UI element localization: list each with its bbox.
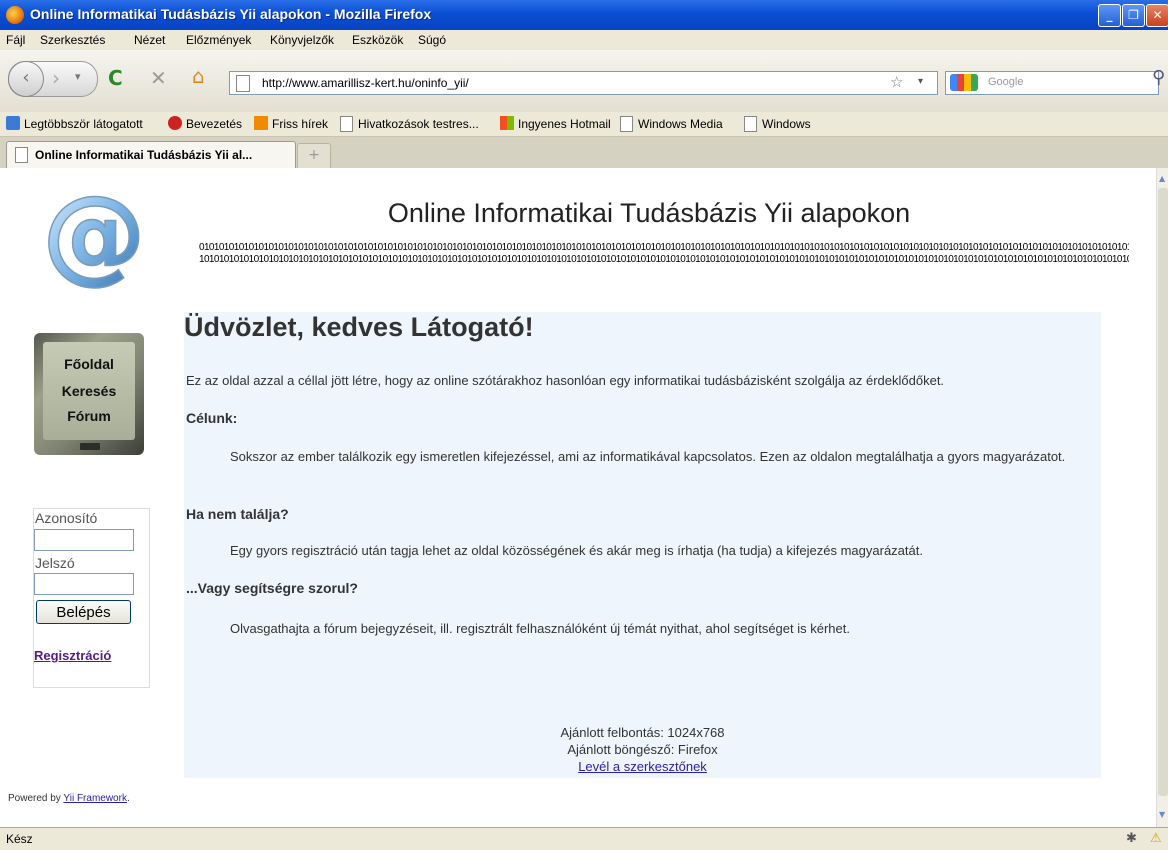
new-tab-button[interactable]: + xyxy=(297,143,331,168)
at-sign-logo: @ xyxy=(41,184,147,292)
page-icon xyxy=(744,116,757,132)
bookmark-intro[interactable]: Bevezetés xyxy=(186,117,242,131)
warning-icon[interactable]: ⚠ xyxy=(1150,830,1162,846)
page-icon xyxy=(15,147,28,163)
back-button[interactable]: ‹ xyxy=(8,61,44,97)
page-heading: Üdvözlet, kedves Látogató! xyxy=(184,312,534,342)
menu-view[interactable]: Nézet xyxy=(134,33,165,47)
section-title: ...Vagy segítségre szorul? xyxy=(186,580,358,596)
contact-row: Levél a szerkesztőnek xyxy=(184,759,1101,774)
section-title: Célunk: xyxy=(186,410,238,426)
search-input[interactable]: Google xyxy=(988,76,1023,88)
svg-text:@: @ xyxy=(42,184,146,292)
page-icon xyxy=(620,116,633,132)
bookmark-news[interactable]: Friss hírek xyxy=(272,117,328,131)
address-input[interactable]: http://www.amarillisz-kert.hu/oninfo_yii… xyxy=(262,76,469,90)
reload-icon[interactable]: C xyxy=(108,66,123,90)
page-viewport: @ Online Informatikai Tudásbázis Yii ala… xyxy=(0,168,1156,827)
bookmark-windows-media[interactable]: Windows Media xyxy=(638,117,723,131)
forward-button[interactable]: › xyxy=(52,66,60,90)
binary-decoration: 1010101010101010101010101010101010101010… xyxy=(199,254,1129,265)
username-label: Azonosító xyxy=(35,510,98,526)
binary-decoration: 0101010101010101010101010101010101010101… xyxy=(199,242,1129,253)
intro-text: Ez az oldal azzal a céllal jött létre, h… xyxy=(186,373,945,388)
bookmark-hotmail[interactable]: Ingyenes Hotmail xyxy=(518,117,611,131)
search-box[interactable]: Google xyxy=(945,71,1159,95)
yii-framework-link[interactable]: Yii Framework xyxy=(63,793,127,804)
vertical-scrollbar[interactable]: ▲ ▼ xyxy=(1156,168,1168,827)
menu-bar: Fájl Szerkesztés Nézet Előzmények Könyvj… xyxy=(0,30,1168,50)
sidebar-item-search[interactable]: Keresés xyxy=(34,383,144,399)
rss-icon xyxy=(254,116,268,130)
tab-active[interactable]: Online Informatikai Tudásbázis Yii al... xyxy=(6,141,296,169)
back-forward-group: ‹ › ▾ xyxy=(8,61,98,97)
menu-tools[interactable]: Eszközök xyxy=(352,33,403,47)
stop-icon[interactable]: ✕ xyxy=(150,66,167,90)
powered-by: Powered by Yii Framework. xyxy=(8,793,130,804)
most-visited-icon xyxy=(6,116,20,130)
bookmark-windows[interactable]: Windows xyxy=(762,117,811,131)
sidebar-item-forum[interactable]: Fórum xyxy=(34,408,144,424)
password-label: Jelszó xyxy=(35,555,75,571)
scroll-down-icon[interactable]: ▼ xyxy=(1159,810,1165,819)
section-text: Sokszor az ember találkozik egy ismeretl… xyxy=(230,449,1066,464)
contact-editor-link[interactable]: Levél a szerkesztőnek xyxy=(578,759,707,774)
page-icon xyxy=(236,75,250,92)
powered-suffix: . xyxy=(126,793,130,804)
register-link[interactable]: Regisztráció xyxy=(34,648,111,663)
google-icon[interactable] xyxy=(950,74,978,91)
bookmark-most-visited[interactable]: Legtöbbször látogatott xyxy=(24,117,143,131)
menu-help[interactable]: Súgó xyxy=(418,33,446,47)
main-content: Üdvözlet, kedves Látogató! Ez az oldal a… xyxy=(184,312,1101,778)
menu-history[interactable]: Előzmények xyxy=(186,33,251,47)
recommended-resolution: Ajánlott felbontás: 1024x768 xyxy=(560,725,725,740)
bookmarks-toolbar: Legtöbbször látogatott Bevezetés Friss h… xyxy=(0,112,1168,137)
maximize-button[interactable]: ❐ xyxy=(1122,4,1145,27)
powered-prefix: Powered by xyxy=(8,793,61,804)
menu-file[interactable]: Fájl xyxy=(6,33,25,47)
scrollbar-thumb[interactable] xyxy=(1158,188,1168,796)
search-icon[interactable]: ⚲ xyxy=(1152,67,1165,88)
site-title: Online Informatikai Tudásbázis Yii alapo… xyxy=(387,198,911,228)
close-button[interactable]: ✕ xyxy=(1146,4,1168,27)
history-dropdown-icon[interactable]: ▾ xyxy=(75,70,81,83)
section-text: Olvasgathajta a fórum bejegyzéseit, ill.… xyxy=(230,621,850,636)
firefox-icon xyxy=(6,6,24,24)
status-text: Kész xyxy=(6,832,33,846)
recommended-browser: Ajánlott böngésző: Firefox xyxy=(567,742,718,757)
cpu-chip-label xyxy=(80,443,100,450)
bookmark-star-icon[interactable]: ☆ xyxy=(890,73,903,91)
url-dropdown-icon[interactable]: ▾ xyxy=(918,76,923,87)
bookmark-customize[interactable]: Hivatkozások testres... xyxy=(358,117,479,131)
windows-icon xyxy=(500,116,514,130)
tab-bar: Online Informatikai Tudásbázis Yii al...… xyxy=(0,137,1168,169)
sidebar-menu: Főoldal Keresés Fórum xyxy=(34,333,144,455)
tab-label: Online Informatikai Tudásbázis Yii al... xyxy=(35,148,253,162)
status-bar: Kész ✱ ⚠ xyxy=(0,827,1168,850)
section-text: Egy gyors regisztráció után tagja lehet … xyxy=(230,543,923,558)
address-bar[interactable]: http://www.amarillisz-kert.hu/oninfo_yii… xyxy=(229,71,938,95)
bookmark-icon xyxy=(168,116,182,130)
username-field[interactable] xyxy=(34,529,134,551)
home-icon[interactable]: ⌂ xyxy=(192,64,205,88)
menu-edit[interactable]: Szerkesztés xyxy=(40,33,105,47)
window-title: Online Informatikai Tudásbázis Yii alapo… xyxy=(30,6,432,22)
section-title: Ha nem találja? xyxy=(186,506,289,522)
scroll-up-icon[interactable]: ▲ xyxy=(1159,174,1165,183)
sidebar-item-home[interactable]: Főoldal xyxy=(34,356,144,372)
login-button[interactable]: Belépés xyxy=(36,600,131,624)
password-field[interactable] xyxy=(34,573,134,595)
navigation-toolbar: ‹ › ▾ C ✕ ⌂ http://www.amarillisz-kert.h… xyxy=(0,50,1168,113)
addon-icon[interactable]: ✱ xyxy=(1126,830,1137,846)
window-title-bar[interactable]: Online Informatikai Tudásbázis Yii alapo… xyxy=(0,0,1168,30)
page-icon xyxy=(340,116,353,132)
menu-bookmarks[interactable]: Könyvjelzők xyxy=(270,33,334,47)
minimize-button[interactable]: _ xyxy=(1098,4,1121,27)
login-form: Azonosító Jelszó Belépés Regisztráció xyxy=(33,508,150,688)
